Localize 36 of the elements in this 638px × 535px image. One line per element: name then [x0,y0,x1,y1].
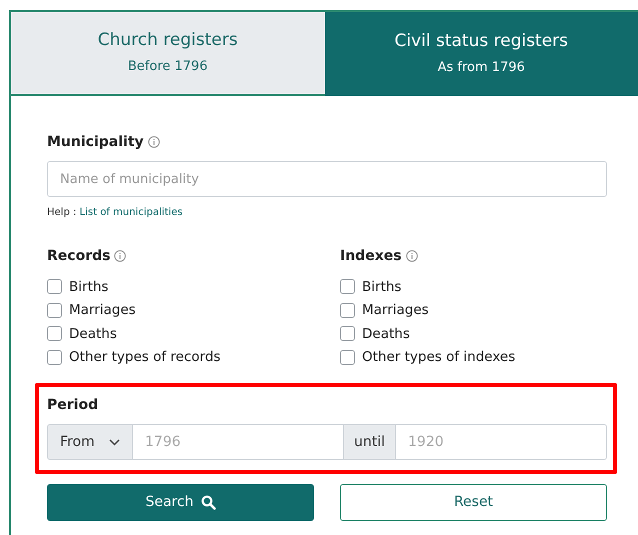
field-label: Period [47,396,98,415]
checkbox-label: Other types of records [69,348,221,368]
info-icon [148,136,160,148]
checkbox[interactable] [47,350,62,365]
until-year-field[interactable]: 1920 [396,424,607,460]
tab[interactable]: Civil status registers As from 1796 [324,12,638,96]
checkbox-label: Marriages [362,301,429,320]
field-label: Municipality [47,133,144,152]
checkbox-label: Births [69,278,108,297]
checkbox[interactable] [340,302,355,318]
municipality-field[interactable]: Name of municipality [47,161,607,197]
checkbox[interactable] [47,279,62,294]
search-button[interactable]: Search [47,484,314,521]
checkbox-label: Other types of indexes [362,348,516,368]
help-link[interactable]: List of municipalities [80,207,183,218]
chevron-down-icon [109,438,120,446]
help-text: Help : List of municipalities [47,206,183,220]
checkbox[interactable] [340,279,355,294]
checkbox-label: Deaths [69,324,117,344]
period-select[interactable]: From [47,424,133,460]
from-year-field[interactable]: 1796 [133,424,343,460]
checkbox-label: Marriages [69,301,136,320]
checkbox[interactable] [47,326,62,342]
checkbox[interactable] [340,350,355,365]
until-label: until [343,424,396,460]
group-label: Indexes [340,247,402,266]
group-label: Records [47,247,110,266]
checkbox-label: Deaths [362,324,410,344]
checkbox[interactable] [340,326,355,342]
reset-button[interactable]: Reset [340,484,607,521]
info-icon [114,250,126,262]
search-icon [200,495,216,510]
checkbox[interactable] [47,302,62,318]
tab[interactable]: Church registers Before 1796 [11,12,324,96]
checkbox-label: Births [362,278,402,297]
info-icon [406,250,418,262]
